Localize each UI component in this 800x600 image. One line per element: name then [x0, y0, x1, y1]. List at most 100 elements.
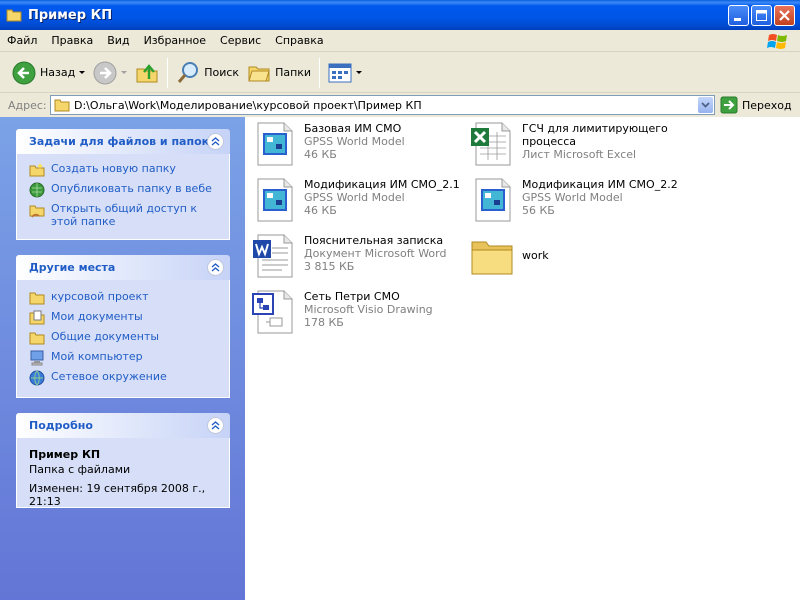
file-item[interactable]: Модификация ИМ СМО_2.1 GPSS World Model … [250, 176, 460, 224]
minimize-button[interactable] [728, 5, 749, 26]
menu-edit[interactable]: Правка [44, 30, 100, 52]
place-label: Мой компьютер [51, 350, 143, 363]
folders-label: Папки [275, 66, 312, 79]
forward-dropdown-icon[interactable] [121, 71, 128, 74]
task-new-folder[interactable]: Создать новую папку [29, 162, 217, 178]
back-label: Назад [40, 66, 76, 79]
main-area: Задачи для файлов и папок Создать новую … [0, 117, 800, 600]
new-folder-icon [29, 163, 45, 177]
place-network[interactable]: Сетевое окружение [29, 370, 217, 386]
details-panel: Подробно Пример КП Папка с файлами Измен… [16, 413, 230, 508]
file-type: Microsoft Visio Drawing [304, 303, 433, 316]
file-name: Пояснительная записка [304, 234, 444, 247]
task-label: Создать новую папку [51, 162, 176, 175]
file-item[interactable]: Модификация ИМ СМО_2.2 GPSS World Model … [468, 176, 678, 224]
collapse-button[interactable] [207, 259, 224, 276]
folders-button[interactable]: Папки [243, 56, 315, 90]
file-view: Базовая ИМ СМО GPSS World Model 46 КБ ГС… [245, 117, 800, 600]
place-label: Общие документы [51, 330, 160, 343]
folder-icon [6, 8, 22, 22]
file-type: GPSS World Model [304, 135, 405, 148]
back-button[interactable]: Назад [8, 56, 89, 90]
file-name: work [522, 249, 549, 262]
file-size: 3 815 КБ [304, 260, 355, 273]
file-tasks-title: Задачи для файлов и папок [29, 135, 210, 148]
file-name: Базовая ИМ СМО [304, 122, 402, 135]
folders-icon [248, 66, 270, 81]
folder-item[interactable]: work [468, 232, 549, 280]
menu-favorites[interactable]: Избранное [137, 30, 213, 52]
views-button[interactable] [324, 56, 366, 90]
gpss-file-icon [468, 176, 516, 224]
file-name: ГСЧ для лимитирующего процесса [522, 122, 668, 148]
publish-web-icon [29, 182, 45, 198]
file-size: 178 КБ [304, 316, 344, 329]
address-label: Адрес: [8, 98, 47, 112]
folder-icon [468, 232, 516, 280]
toolbar-separator [319, 57, 321, 88]
place-label: курсовой проект [51, 290, 149, 303]
forward-button[interactable] [89, 56, 131, 90]
menu-view[interactable]: Вид [100, 30, 136, 52]
file-item[interactable]: Базовая ИМ СМО GPSS World Model 46 КБ [250, 120, 405, 168]
file-size: 46 КБ [304, 148, 337, 161]
views-icon [328, 63, 352, 82]
task-label: Опубликовать папку в вебе [51, 182, 212, 195]
network-icon [29, 370, 45, 386]
back-arrow-icon [12, 61, 36, 84]
address-dropdown-button[interactable] [698, 97, 713, 113]
word-file-icon [250, 232, 298, 280]
title-bar[interactable]: Пример КП [0, 0, 800, 30]
folder-up-icon [136, 63, 158, 82]
file-item[interactable]: Сеть Петри СМО Microsoft Visio Drawing 1… [250, 288, 433, 336]
views-dropdown-icon[interactable] [356, 71, 363, 74]
task-share-folder[interactable]: Открыть общий доступ к этой папке [29, 202, 217, 228]
file-name: Модификация ИМ СМО_2.1 [304, 178, 460, 191]
place-course-project[interactable]: курсовой проект [29, 290, 217, 306]
collapse-button[interactable] [207, 417, 224, 434]
collapse-button[interactable] [207, 133, 224, 150]
back-dropdown-icon[interactable] [79, 71, 86, 74]
visio-file-icon [250, 288, 298, 336]
menu-file[interactable]: Файл [0, 30, 44, 52]
chevron-up-icon [211, 263, 220, 272]
maximize-button[interactable] [751, 5, 772, 26]
go-button[interactable]: Переход [720, 95, 792, 115]
detail-type: Папка с файлами [29, 463, 131, 476]
place-my-computer[interactable]: Мой компьютер [29, 350, 217, 366]
file-tasks-header[interactable]: Задачи для файлов и папок [16, 129, 230, 154]
other-places-header[interactable]: Другие места [16, 255, 230, 280]
file-size: 46 КБ [304, 204, 337, 217]
share-folder-icon [29, 205, 45, 218]
task-pane: Задачи для файлов и папок Создать новую … [0, 117, 245, 600]
windows-logo-icon [766, 32, 790, 52]
address-field[interactable]: D:\Ольга\Work\Моделирование\курсовой про… [50, 95, 715, 115]
place-shared-documents[interactable]: Общие документы [29, 330, 217, 346]
place-my-documents[interactable]: Мои документы [29, 310, 217, 326]
place-label: Мои документы [51, 310, 143, 323]
details-header[interactable]: Подробно [16, 413, 230, 438]
gpss-file-icon [250, 176, 298, 224]
file-tasks-panel: Задачи для файлов и папок Создать новую … [16, 129, 230, 240]
file-type: GPSS World Model [522, 191, 623, 204]
address-path: D:\Ольга\Work\Моделирование\курсовой про… [74, 98, 422, 112]
explorer-window: Пример КП Файл Правка Вид Избранное Серв… [0, 0, 800, 600]
file-name: Модификация ИМ СМО_2.2 [522, 178, 678, 191]
up-button[interactable] [131, 56, 163, 90]
other-places-panel: Другие места курсовой проект Мои докумен… [16, 255, 230, 398]
file-size: 56 КБ [522, 204, 555, 217]
folder-icon [29, 332, 45, 345]
file-item[interactable]: ГСЧ для лимитирующего процесса Лист Micr… [468, 120, 672, 168]
excel-file-icon [468, 120, 516, 168]
file-type: GPSS World Model [304, 191, 405, 204]
chevron-up-icon [211, 137, 220, 146]
file-item[interactable]: Пояснительная записка Документ Microsoft… [250, 232, 446, 280]
search-label: Поиск [204, 66, 240, 79]
menu-tools[interactable]: Сервис [213, 30, 268, 52]
place-label: Сетевое окружение [51, 370, 167, 383]
menu-help[interactable]: Справка [268, 30, 330, 52]
close-button[interactable] [774, 5, 795, 26]
task-publish-web[interactable]: Опубликовать папку в вебе [29, 182, 217, 198]
search-button[interactable]: Поиск [172, 56, 243, 90]
toolbar: Назад Поиск Папки [0, 53, 800, 93]
